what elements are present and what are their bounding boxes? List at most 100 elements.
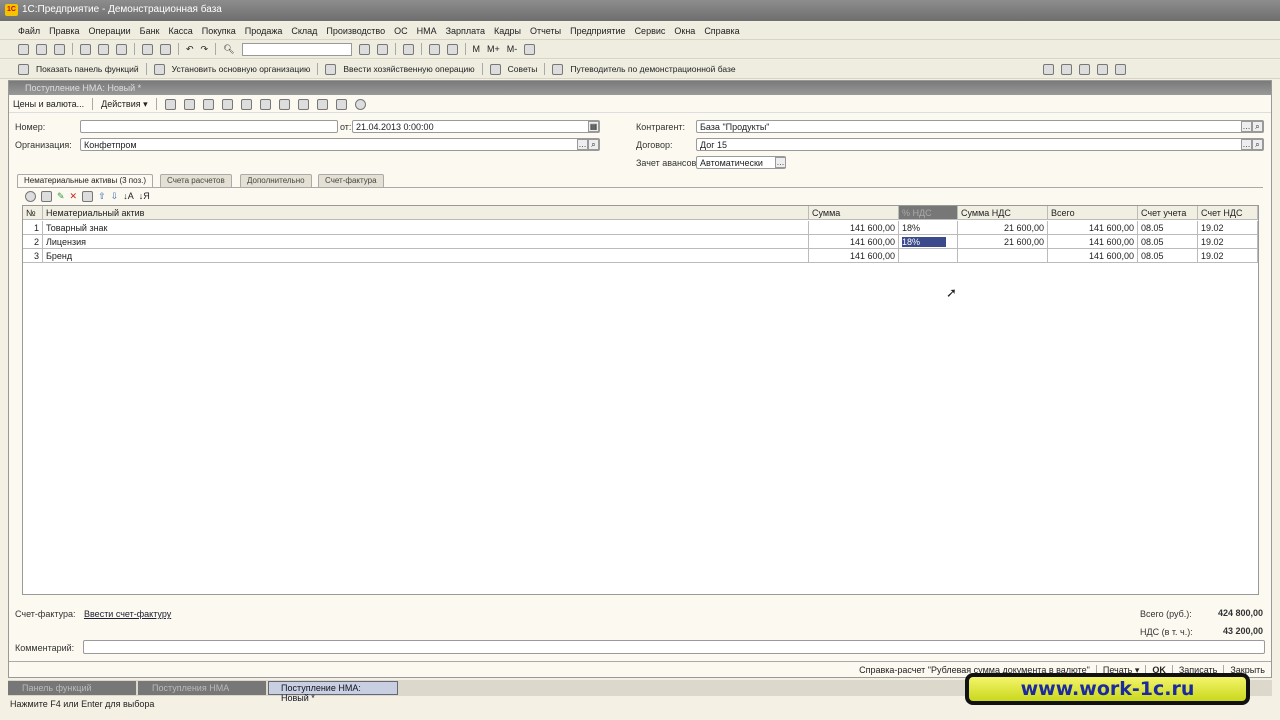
menu-item[interactable]: Справка (704, 26, 739, 36)
table-cell[interactable]: 21 600,00 (958, 221, 1048, 234)
tab-intangible-assets[interactable]: Нематериальные активы (3 поз.) (17, 174, 154, 187)
table-cell[interactable]: 18% (899, 235, 958, 248)
table-cell[interactable]: Товарный знак (43, 221, 809, 234)
preview-icon[interactable] (160, 43, 171, 55)
table-cell[interactable]: 08.05 (1138, 249, 1198, 262)
open-search-icon[interactable]: ⌕ (1252, 139, 1263, 150)
vat-rate-editor[interactable]: 18% (902, 237, 946, 247)
column-header[interactable]: Сумма НДС (958, 206, 1048, 219)
column-header[interactable]: Счет учета (1138, 206, 1198, 219)
dt-kt-icon[interactable] (278, 98, 290, 110)
memory-minus-button[interactable]: М- (507, 44, 518, 54)
find-next-icon[interactable] (358, 43, 370, 55)
taskbar-nma-list[interactable]: Поступления НМА (138, 681, 266, 695)
print-icon[interactable] (142, 43, 153, 55)
window-close-icon[interactable] (1096, 63, 1108, 75)
advance-field[interactable]: Автоматически (696, 156, 786, 169)
comment-field[interactable] (83, 640, 1265, 654)
structure-icon[interactable] (316, 98, 328, 110)
table-cell[interactable]: 3 (23, 249, 43, 262)
window-arrange-icon[interactable] (1114, 63, 1126, 75)
menu-item[interactable]: Зарплата (446, 26, 485, 36)
menu-item[interactable]: Правка (49, 26, 79, 36)
column-header[interactable]: % НДС (899, 206, 958, 219)
report-icon[interactable] (297, 98, 309, 110)
tools-icon[interactable] (524, 43, 536, 55)
table-cell[interactable]: 18% (899, 221, 958, 234)
date-field[interactable]: 21.04.2013 0:00:00 (352, 120, 600, 133)
table-cell[interactable]: 2 (23, 235, 43, 248)
search-icon[interactable]: 🔍︎ (223, 44, 234, 55)
menu-item[interactable]: Кадры (494, 26, 521, 36)
menu-item[interactable]: Файл (18, 26, 40, 36)
cut-icon[interactable] (80, 43, 91, 55)
tips-button[interactable]: Советы (508, 64, 538, 74)
edit-row-icon[interactable]: ✎ (57, 191, 65, 202)
menu-item[interactable]: НМА (417, 26, 437, 36)
menu-item[interactable]: Операции (89, 26, 131, 36)
contractor-field[interactable]: База "Продукты" (696, 120, 1264, 133)
column-header[interactable]: Всего (1048, 206, 1138, 219)
tab-additional[interactable]: Дополнительно (240, 174, 312, 187)
list-icon[interactable] (335, 98, 347, 110)
table-cell[interactable]: 21 600,00 (958, 235, 1048, 248)
open-search-icon[interactable]: ⌕ (588, 139, 599, 150)
post-icon[interactable] (164, 98, 176, 110)
menu-item[interactable]: Касса (168, 26, 192, 36)
menu-item[interactable]: Предприятие (570, 26, 625, 36)
enter-invoice-link[interactable]: Ввести счет-фактуру (84, 609, 171, 619)
search-input[interactable] (241, 42, 352, 56)
add-row-icon[interactable] (25, 191, 36, 202)
save-icon[interactable] (54, 43, 65, 55)
select-icon[interactable]: … (1241, 139, 1252, 150)
table-cell[interactable]: 141 600,00 (1048, 235, 1138, 248)
table-cell[interactable] (899, 249, 958, 262)
calendar-icon[interactable]: ▦ (588, 121, 599, 132)
show-functions-panel-button[interactable]: Показать панель функций (36, 64, 139, 74)
table-cell[interactable]: 19.02 (1198, 249, 1258, 262)
sort-desc-icon[interactable]: ↓Я (139, 191, 150, 202)
window-tile-icon[interactable] (1042, 63, 1054, 75)
info-icon[interactable] (402, 43, 414, 55)
table-cell[interactable]: 141 600,00 (809, 221, 899, 234)
table-cell[interactable]: 141 600,00 (809, 249, 899, 262)
table-cell[interactable]: 141 600,00 (1048, 249, 1138, 262)
menu-item[interactable]: Банк (140, 26, 160, 36)
menu-item[interactable]: Продажа (245, 26, 283, 36)
move-down-icon[interactable]: ⇩ (111, 191, 119, 202)
tab-invoice[interactable]: Счет-фактура (318, 174, 384, 187)
open-icon[interactable] (36, 43, 47, 55)
table-cell[interactable]: 19.02 (1198, 235, 1258, 248)
table-cell[interactable] (958, 249, 1048, 262)
taskbar-nma-new[interactable]: Поступление НМА: Новый * (268, 681, 398, 703)
table-cell[interactable]: 141 600,00 (809, 235, 899, 248)
prices-currency-button[interactable]: Цены и валюта... (13, 99, 84, 109)
contract-field[interactable]: Дог 15 (696, 138, 1264, 151)
table-cell[interactable]: Лицензия (43, 235, 809, 248)
menu-item[interactable]: ОС (394, 26, 408, 36)
taskbar-functions-panel[interactable]: Панель функций (8, 681, 136, 695)
open-search-icon[interactable]: ⌕ (1252, 121, 1263, 132)
find-prev-icon[interactable] (376, 43, 388, 55)
table-cell[interactable]: 141 600,00 (1048, 221, 1138, 234)
enter-operation-button[interactable]: Ввести хозяйственную операцию (343, 64, 474, 74)
tab-settlement-accounts[interactable]: Счета расчетов (160, 174, 232, 187)
menu-item[interactable]: Окна (674, 26, 695, 36)
table-row[interactable]: 3 Бренд 141 600,00 141 600,00 08.05 19.02 (23, 249, 1258, 263)
actions-menu-button[interactable]: Действия ▾ (101, 99, 147, 110)
organization-field[interactable]: Конфетпром (80, 138, 600, 151)
column-header[interactable]: Сумма (809, 206, 899, 219)
demo-guide-button[interactable]: Путеводитель по демонстрационной базе (570, 64, 735, 74)
number-field[interactable] (80, 120, 338, 133)
select-icon[interactable]: … (577, 139, 588, 150)
end-edit-icon[interactable] (82, 191, 94, 202)
table-cell[interactable]: 08.05 (1138, 221, 1198, 234)
menu-item[interactable]: Производство (326, 26, 385, 36)
menu-item[interactable]: Склад (291, 26, 317, 36)
memory-m-button[interactable]: М (473, 44, 481, 54)
column-header[interactable]: Нематериальный актив (43, 206, 809, 219)
table-cell[interactable]: 1 (23, 221, 43, 234)
table-row[interactable]: 2 Лицензия 141 600,00 18% 21 600,00 141 600,0… (23, 235, 1258, 249)
window-list-icon[interactable] (1078, 63, 1090, 75)
based-on-icon[interactable] (259, 98, 271, 110)
